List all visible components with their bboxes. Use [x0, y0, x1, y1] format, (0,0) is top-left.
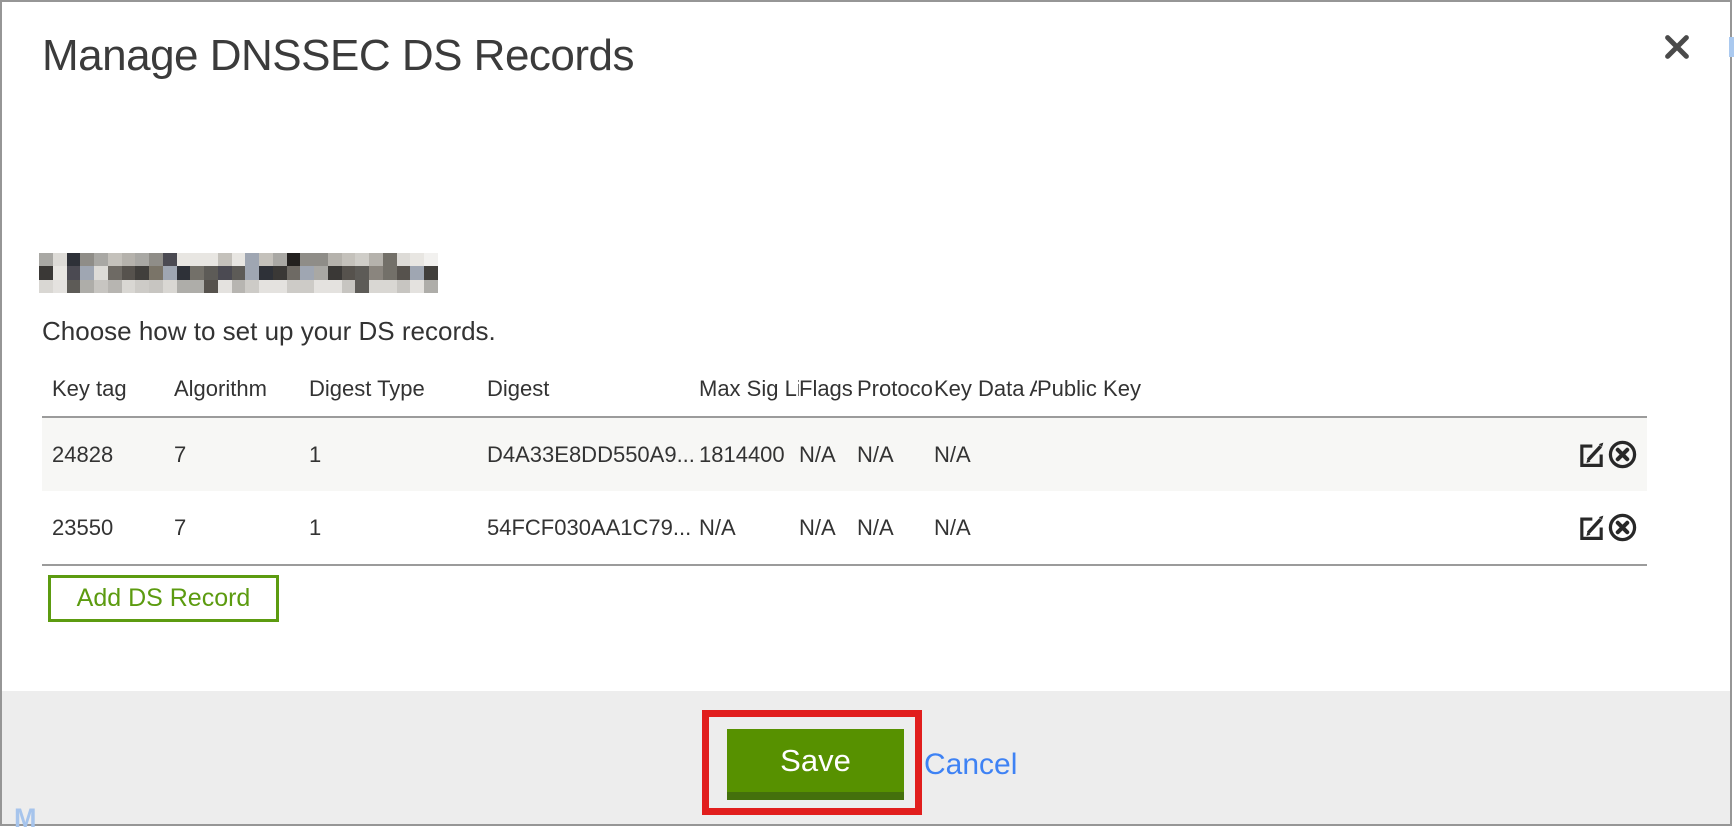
- cell-digest: 54FCF030AA1C79...: [487, 515, 699, 541]
- cell-flags: N/A: [799, 515, 857, 541]
- domain-name-redacted: [39, 253, 438, 293]
- add-ds-record-button[interactable]: Add DS Record: [48, 575, 279, 622]
- column-header-digest_type: Digest Type: [309, 376, 487, 416]
- column-header-key_tag: Key tag: [52, 376, 174, 416]
- screenshot-root: M Manage DNSSEC DS Records Choose how to…: [0, 0, 1734, 830]
- row-actions: [1551, 440, 1637, 469]
- dialog-title: Manage DNSSEC DS Records: [42, 30, 634, 82]
- table-header-row: Key tagAlgorithmDigest TypeDigestMax Sig…: [42, 342, 1647, 418]
- cell-max_sig_life: N/A: [699, 515, 799, 541]
- column-header-max_sig_life: Max Sig Life: [699, 376, 799, 416]
- cell-digest_type: 1: [309, 515, 487, 541]
- table-row: 2482871D4A33E8DD550A9...1814400N/AN/AN/A: [42, 418, 1647, 491]
- column-header-algorithm: Algorithm: [174, 376, 309, 416]
- table-row: 235507154FCF030AA1C79...N/AN/AN/AN/A: [42, 491, 1647, 564]
- close-icon[interactable]: [1658, 28, 1696, 66]
- cell-protocol: N/A: [857, 515, 934, 541]
- edit-icon[interactable]: [1577, 513, 1606, 542]
- column-header-digest: Digest: [487, 376, 699, 416]
- background-artifact: [1729, 37, 1734, 57]
- cell-key_tag: 23550: [52, 515, 174, 541]
- row-actions: [1551, 513, 1637, 542]
- column-header-key_data_alg: Key Data Alg: [934, 376, 1037, 416]
- delete-icon[interactable]: [1608, 513, 1637, 542]
- edit-icon[interactable]: [1577, 440, 1606, 469]
- cell-key_tag: 24828: [52, 442, 174, 468]
- cell-digest: D4A33E8DD550A9...: [487, 442, 699, 468]
- column-header-flags: Flags: [799, 376, 857, 416]
- column-header-public_key: Public Key: [1037, 376, 1551, 416]
- manage-dnssec-ds-records-dialog: Manage DNSSEC DS Records Choose how to s…: [0, 0, 1732, 826]
- cell-flags: N/A: [799, 442, 857, 468]
- delete-icon[interactable]: [1608, 440, 1637, 469]
- cancel-link[interactable]: Cancel: [924, 729, 1017, 800]
- ds-records-table: Key tagAlgorithmDigest TypeDigestMax Sig…: [42, 342, 1647, 566]
- cell-algorithm: 7: [174, 442, 309, 468]
- cell-key_data_alg: N/A: [934, 515, 1037, 541]
- cell-algorithm: 7: [174, 515, 309, 541]
- background-artifact: M: [14, 803, 37, 830]
- cell-digest_type: 1: [309, 442, 487, 468]
- column-header-protocol: Protocol: [857, 376, 934, 416]
- cell-key_data_alg: N/A: [934, 442, 1037, 468]
- save-button[interactable]: Save: [727, 729, 904, 800]
- cell-protocol: N/A: [857, 442, 934, 468]
- cell-max_sig_life: 1814400: [699, 442, 799, 468]
